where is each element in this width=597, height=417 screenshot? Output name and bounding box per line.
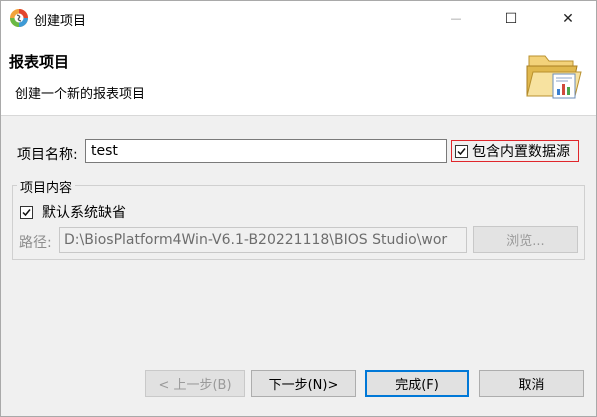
next-button[interactable]: 下一步(N)>: [251, 370, 356, 397]
close-icon: ✕: [562, 10, 574, 27]
checkmark-icon: [457, 147, 466, 155]
builtin-datasource-option[interactable]: 包含内置数据源: [451, 140, 579, 162]
minimize-icon: —: [450, 12, 462, 25]
checkmark-icon: [22, 208, 31, 216]
path-label: 路径:: [19, 235, 52, 251]
default-location-label: 默认系统缺省: [42, 205, 126, 221]
project-content-group-title: 项目内容: [17, 177, 76, 196]
browse-button[interactable]: 浏览...: [473, 226, 578, 253]
wizard-banner: 报表项目 创建一个新的报表项目: [1, 36, 596, 116]
create-project-dialog: 创建项目 — ☐ ✕ 报表项目 创建一个新的报表项目 项目名称: test 包含…: [0, 0, 597, 417]
builtin-datasource-checkbox[interactable]: [455, 144, 468, 158]
path-input[interactable]: D:\BiosPlatform4Win-V6.1-B20221118\BIOS …: [59, 227, 467, 253]
maximize-icon: ☐: [504, 10, 518, 27]
page-description: 创建一个新的报表项目: [15, 87, 146, 102]
page-title: 报表项目: [9, 53, 70, 71]
builtin-datasource-label: 包含内置数据源: [472, 144, 570, 160]
window-title: 创建项目: [34, 14, 87, 29]
default-location-checkbox[interactable]: [20, 205, 33, 219]
default-location-option[interactable]: 默认系统缺省: [20, 202, 126, 222]
finish-button[interactable]: 完成(F): [365, 370, 469, 397]
maximize-button[interactable]: ☐: [488, 1, 534, 36]
folder-report-icon: [526, 55, 582, 99]
minimize-button[interactable]: —: [433, 1, 479, 36]
project-name-input[interactable]: [85, 139, 447, 163]
project-name-label: 项目名称:: [17, 147, 78, 163]
cancel-button[interactable]: 取消: [479, 370, 584, 397]
app-logo-icon: [10, 9, 28, 27]
back-button[interactable]: < 上一步(B): [145, 370, 245, 397]
title-bar[interactable]: 创建项目 — ☐ ✕: [1, 1, 596, 36]
close-button[interactable]: ✕: [545, 1, 591, 36]
